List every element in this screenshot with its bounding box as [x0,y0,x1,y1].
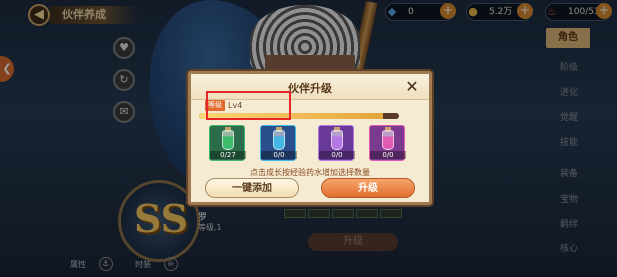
potion-count: 0/0 [370,151,406,159]
hint-text: 点击成长按经验药水增加选择数量 [250,168,370,177]
green-potion-icon [222,130,234,150]
blue-potion-icon [273,130,285,150]
potion-slot[interactable]: 0/0 [260,125,297,161]
highlight-box [206,91,291,120]
potion-slot[interactable]: 0/0 [318,125,355,161]
auto-add-button[interactable]: 一键添加 [205,178,299,198]
potion-slot[interactable]: 0/27 [209,125,246,161]
potion-count: 0/0 [261,151,297,159]
pink-potion-icon [382,130,394,150]
potion-list: 0/27 0/0 0/0 0/0 [209,125,419,165]
upgrade-button[interactable]: 升级 [321,178,415,198]
potion-slot[interactable]: 0/0 [369,125,406,161]
potion-count: 0/0 [319,151,355,159]
purple-potion-icon [331,130,343,150]
potion-count: 0/27 [210,151,246,159]
close-icon[interactable]: ✕ [403,78,421,96]
